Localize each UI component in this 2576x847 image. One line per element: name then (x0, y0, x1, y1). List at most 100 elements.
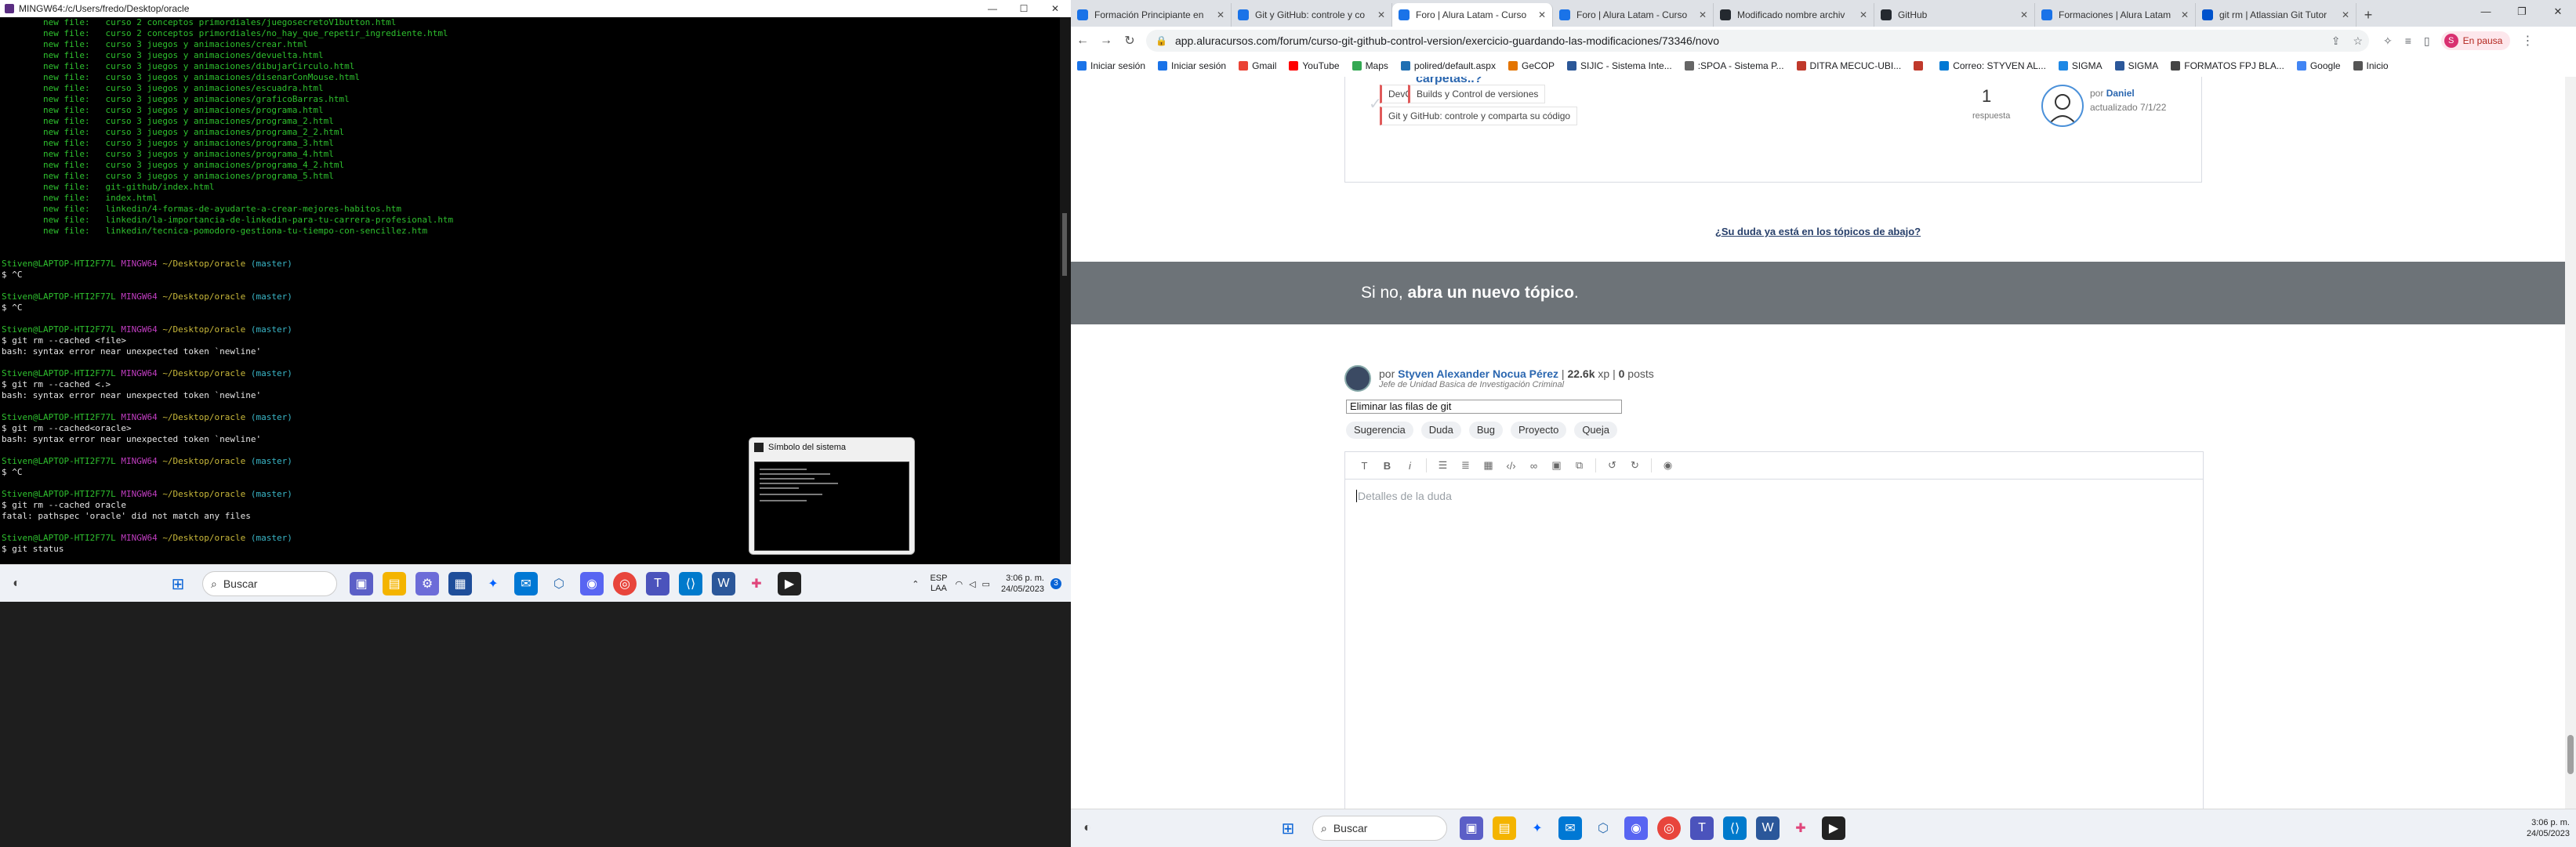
category-chip[interactable]: Duda (1420, 422, 1461, 439)
browser-tab[interactable]: Modificado nombre archiv ✕ (1714, 3, 1874, 27)
bookmark-item[interactable]: SIGMA (2058, 60, 2103, 71)
bookmark-item[interactable]: polired/default.aspx (1400, 60, 1496, 71)
teams-chat-icon[interactable]: ▣ (350, 572, 373, 595)
browser-tab[interactable]: Foro | Alura Latam - Curso ✕ (1392, 3, 1553, 27)
sidepanel-icon[interactable]: ▯ (2424, 34, 2430, 48)
discord-icon[interactable]: ◉ (1624, 816, 1648, 840)
word-icon[interactable]: W (1756, 816, 1780, 840)
bookmark-item[interactable]: Iniciar sesión (1158, 60, 1226, 71)
clock[interactable]: 3:06 p. m. 24/05/2023 (1001, 573, 1044, 595)
topic-card[interactable]: ✓ carpetas..? DevOps Builds y Control de… (1344, 77, 2202, 183)
new-tab-button[interactable]: + (2356, 3, 2380, 27)
vscode-icon[interactable]: ⟨⟩ (1723, 816, 1747, 840)
profile-pause-button[interactable]: S En pausa (2440, 31, 2511, 50)
bookmark-item[interactable]: Maps (1351, 60, 1388, 71)
bookmark-item[interactable]: Google (2296, 60, 2341, 71)
discord-icon[interactable]: ◉ (580, 572, 604, 595)
bookmark-item[interactable]: YouTube (1289, 60, 1340, 71)
redo-icon[interactable]: ↻ (1627, 459, 1643, 472)
browser-tab[interactable]: Foro | Alura Latam - Curso ✕ (1553, 3, 1714, 27)
vscode-icon[interactable]: ⟨⟩ (679, 572, 702, 595)
teams-icon[interactable]: T (1690, 816, 1714, 840)
bookmark-item[interactable]: SIJIC - Sistema Inte... (1567, 60, 1672, 71)
tab-close-icon[interactable]: ✕ (1699, 9, 1707, 20)
topic-title-input[interactable]: Eliminar las filas de git (1346, 400, 1622, 414)
extensions-icon[interactable]: ✧ (2383, 34, 2393, 48)
menu-dots-icon[interactable]: ⋮ (2521, 33, 2534, 49)
windows-start-icon[interactable]: ⊞ (166, 572, 190, 595)
dropbox-icon[interactable]: ✦ (481, 572, 505, 595)
bookmark-item[interactable]: Inicio (2353, 60, 2389, 71)
bookmark-item[interactable]: FORMATOS FPJ BLA... (2171, 60, 2284, 71)
taskbar-window-preview[interactable]: Símbolo del sistema (749, 437, 915, 555)
tab-close-icon[interactable]: ✕ (1217, 9, 1225, 20)
widgets-icon[interactable]: ◐ (5, 572, 28, 595)
category-chip[interactable]: Queja (1574, 422, 1618, 439)
taskbar-search[interactable]: ⌕ Buscar (1312, 816, 1447, 841)
tab-close-icon[interactable]: ✕ (2342, 9, 2349, 20)
author-name[interactable]: Styven Alexander Nocua Pérez (1398, 367, 1558, 380)
media-icon[interactable]: ≡ (2405, 34, 2411, 47)
category-chip[interactable]: Sugerencia (1346, 422, 1413, 439)
tab-close-icon[interactable]: ✕ (1377, 9, 1385, 20)
clock[interactable]: 3:06 p. m. 24/05/2023 (2527, 817, 2570, 839)
chrome-icon[interactable]: ◎ (613, 572, 637, 595)
heading-icon[interactable]: T (1356, 460, 1373, 472)
taskbar-search[interactable]: ⌕ Buscar (202, 571, 337, 596)
image-upload-icon[interactable]: ⧉ (1571, 459, 1587, 472)
existing-topics-link[interactable]: ¿Su duda ya está en los tópicos de abajo… (1071, 226, 2565, 237)
language-indicator[interactable]: ESP LAA (930, 574, 947, 594)
bookmark-item[interactable]: Iniciar sesión (1077, 60, 1145, 71)
category-chip[interactable]: Proyecto (1511, 422, 1567, 439)
undo-icon[interactable]: ↺ (1604, 459, 1620, 472)
back-icon[interactable]: ← (1071, 34, 1094, 48)
link-icon[interactable]: ∞ (1526, 460, 1542, 472)
share-icon[interactable]: ⇪ (2331, 34, 2341, 48)
image-icon[interactable]: ▣ (1548, 459, 1565, 472)
volume-icon[interactable]: ◁ (969, 579, 975, 589)
tab-close-icon[interactable]: ✕ (2181, 9, 2189, 20)
mail-icon[interactable]: ✉ (1558, 816, 1582, 840)
browser-restore-button[interactable]: ❐ (2504, 0, 2540, 24)
wifi-icon[interactable]: ◠ (955, 579, 963, 589)
terminal-taskbar-icon[interactable]: ▶ (778, 572, 801, 595)
store-icon[interactable]: ▦ (448, 572, 472, 595)
bookmark-item[interactable]: Correo: STYVEN AL... (1939, 60, 2046, 71)
dropbox-icon[interactable]: ✦ (1526, 816, 1549, 840)
bookmark-item[interactable]: DITRA MECUC-UBI... (1796, 60, 1901, 71)
browser-tab[interactable]: GitHub ✕ (1874, 3, 2035, 27)
forward-icon[interactable]: → (1094, 34, 1118, 48)
security-icon[interactable]: ⬡ (547, 572, 571, 595)
message-editor[interactable]: T B i ☰ ≣ ▦ ‹/› ∞ ▣ ⧉ ↺ ↻ ◉ Detalles de … (1344, 451, 2204, 809)
table-icon[interactable]: ▦ (1480, 459, 1497, 472)
maximize-button[interactable]: ☐ (1008, 3, 1039, 14)
terminal-taskbar-icon[interactable]: ▶ (1822, 816, 1845, 840)
page-scrollbar[interactable] (2565, 77, 2576, 809)
file-explorer-icon[interactable]: ▤ (1493, 816, 1516, 840)
bookmark-item[interactable]: SIGMA (2114, 60, 2158, 71)
security-icon[interactable]: ⬡ (1591, 816, 1615, 840)
browser-tab[interactable]: Git y GitHub: controle y co ✕ (1232, 3, 1392, 27)
windows-start-icon[interactable]: ⊞ (1276, 816, 1300, 840)
app-icon[interactable]: ✚ (745, 572, 768, 595)
mail-icon[interactable]: ✉ (514, 572, 538, 595)
tab-close-icon[interactable]: ✕ (1859, 9, 1867, 20)
minimize-button[interactable]: — (977, 3, 1008, 14)
author-avatar[interactable] (2041, 85, 2084, 127)
tag[interactable]: Builds y Control de versiones (1408, 85, 1546, 103)
bullet-list-icon[interactable]: ☰ (1435, 459, 1451, 472)
bold-icon[interactable]: B (1379, 460, 1395, 472)
settings-icon[interactable]: ⚙ (415, 572, 439, 595)
widgets-icon[interactable]: ◐ (1076, 816, 1099, 840)
reload-icon[interactable]: ↻ (1118, 33, 1141, 49)
close-button[interactable]: ✕ (1039, 3, 1071, 14)
teams-chat-icon[interactable]: ▣ (1460, 816, 1483, 840)
browser-tab[interactable]: git rm | Atlassian Git Tutor ✕ (2196, 3, 2356, 27)
word-icon[interactable]: W (712, 572, 735, 595)
terminal-titlebar[interactable]: MINGW64:/c/Users/fredo/Desktop/oracle — … (0, 0, 1071, 17)
tab-close-icon[interactable]: ✕ (1538, 9, 1546, 20)
bookmark-item[interactable]: GeCOP (1508, 60, 1555, 71)
notification-badge[interactable]: 3 (1050, 578, 1061, 589)
browser-tab[interactable]: Formaciones | Alura Latam ✕ (2035, 3, 2196, 27)
preview-eye-icon[interactable]: ◉ (1660, 459, 1676, 472)
